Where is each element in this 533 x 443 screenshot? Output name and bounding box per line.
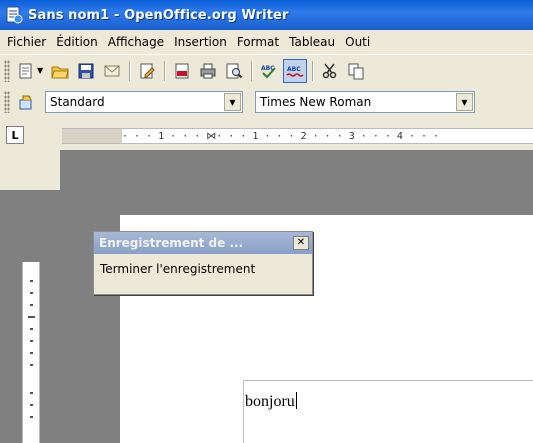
horizontal-ruler[interactable]: · · · 1 · · · ⋈· · · 1 · · · 2 · · · 3 ·… [122,128,533,144]
ruler-tick [30,392,33,394]
menu-insertion[interactable]: Insertion [169,35,232,49]
font-name-combo[interactable]: Times New Roman ▼ [255,91,475,113]
standard-toolbar: ▼ ABC ABC [0,54,533,86]
page-preview-button[interactable] [222,59,246,83]
ruler-tick [30,292,33,294]
menu-bar: Fichier Édition Affichage Insertion Form… [0,30,533,54]
paragraph-style-value: Standard [50,95,105,109]
vertical-ruler[interactable] [22,262,40,443]
record-macro-title: Enregistrement de ... [99,236,244,250]
ruler-tick [28,316,35,318]
menu-tableau[interactable]: Tableau [284,35,340,49]
autospellcheck-button[interactable]: ABC [283,58,307,83]
chevron-down-icon[interactable]: ▼ [456,93,473,111]
ruler-tick [30,416,33,418]
record-macro-window[interactable]: Enregistrement de ... ✕ Terminer l'enreg… [93,231,313,295]
styles-formatting-icon [19,95,32,110]
document-top-area [60,150,533,190]
ruler-tick [30,404,33,406]
document-text[interactable]: bonjoru [245,392,297,411]
open-folder-icon [51,66,69,78]
menu-affichage[interactable]: Affichage [103,35,169,49]
ruler-tick [30,328,33,330]
ruler-tick [30,340,33,342]
menu-format[interactable]: Format [232,35,284,49]
toolbar-separator [312,60,313,81]
copy-icon [348,63,364,79]
autospellcheck-icon: ABC [286,66,304,77]
edit-file-icon [140,63,155,78]
ruler-margin-left [62,128,122,144]
formatting-toolbar: Standard ▼ Times New Roman ▼ [0,86,533,118]
title-bar[interactable]: Sans nom1 - OpenOffice.org Writer [0,0,533,30]
print-icon [200,63,216,78]
cut-button[interactable] [318,59,342,83]
new-document-button[interactable] [14,59,38,83]
new-document-icon [19,63,32,78]
save-button[interactable] [74,59,98,83]
toolbar-separator [164,60,165,81]
menu-fichier[interactable]: Fichier [2,35,51,49]
svg-text:ABC: ABC [287,66,301,73]
record-macro-titlebar[interactable]: Enregistrement de ... ✕ [94,232,312,254]
close-icon[interactable]: ✕ [293,236,309,250]
email-icon [104,65,120,76]
spellcheck-button[interactable]: ABC [257,59,281,83]
openoffice-writer-icon [6,6,23,24]
text-boundary [243,380,244,443]
new-dropdown-arrow[interactable]: ▼ [37,66,47,75]
tab-stop-selector[interactable]: L [6,126,24,144]
document-text-content: bonjoru [245,393,295,410]
text-boundary [243,380,533,381]
menu-edition[interactable]: Édition [51,35,103,49]
styles-formatting-button[interactable] [14,90,38,114]
stop-recording-button[interactable]: Terminer l'enregistrement [94,254,312,284]
toolbar-separator [251,60,252,81]
font-name-value: Times New Roman [260,95,372,109]
toolbar-grip[interactable] [4,91,10,113]
email-button[interactable] [100,59,124,83]
toolbar-grip[interactable] [4,59,10,82]
ruler-tick [30,364,33,366]
ruler-tick [30,304,33,306]
toolbar-separator [129,60,130,81]
print-button[interactable] [196,59,220,83]
menu-outils[interactable]: Outi [340,35,375,49]
window-title: Sans nom1 - OpenOffice.org Writer [28,7,289,23]
page-preview-icon [226,63,243,78]
export-pdf-button[interactable] [170,59,194,83]
open-button[interactable] [48,59,72,83]
text-caret [295,392,297,409]
export-pdf-icon [175,63,189,78]
ruler-tick [30,352,33,354]
chevron-down-icon[interactable]: ▼ [224,93,241,111]
spellcheck-icon: ABC [261,65,276,78]
edit-file-button[interactable] [135,59,159,83]
ruler-tick [30,280,33,282]
copy-button[interactable] [344,59,368,83]
save-icon [78,63,94,78]
cut-icon [322,63,337,78]
paragraph-style-combo[interactable]: Standard ▼ [45,91,243,113]
